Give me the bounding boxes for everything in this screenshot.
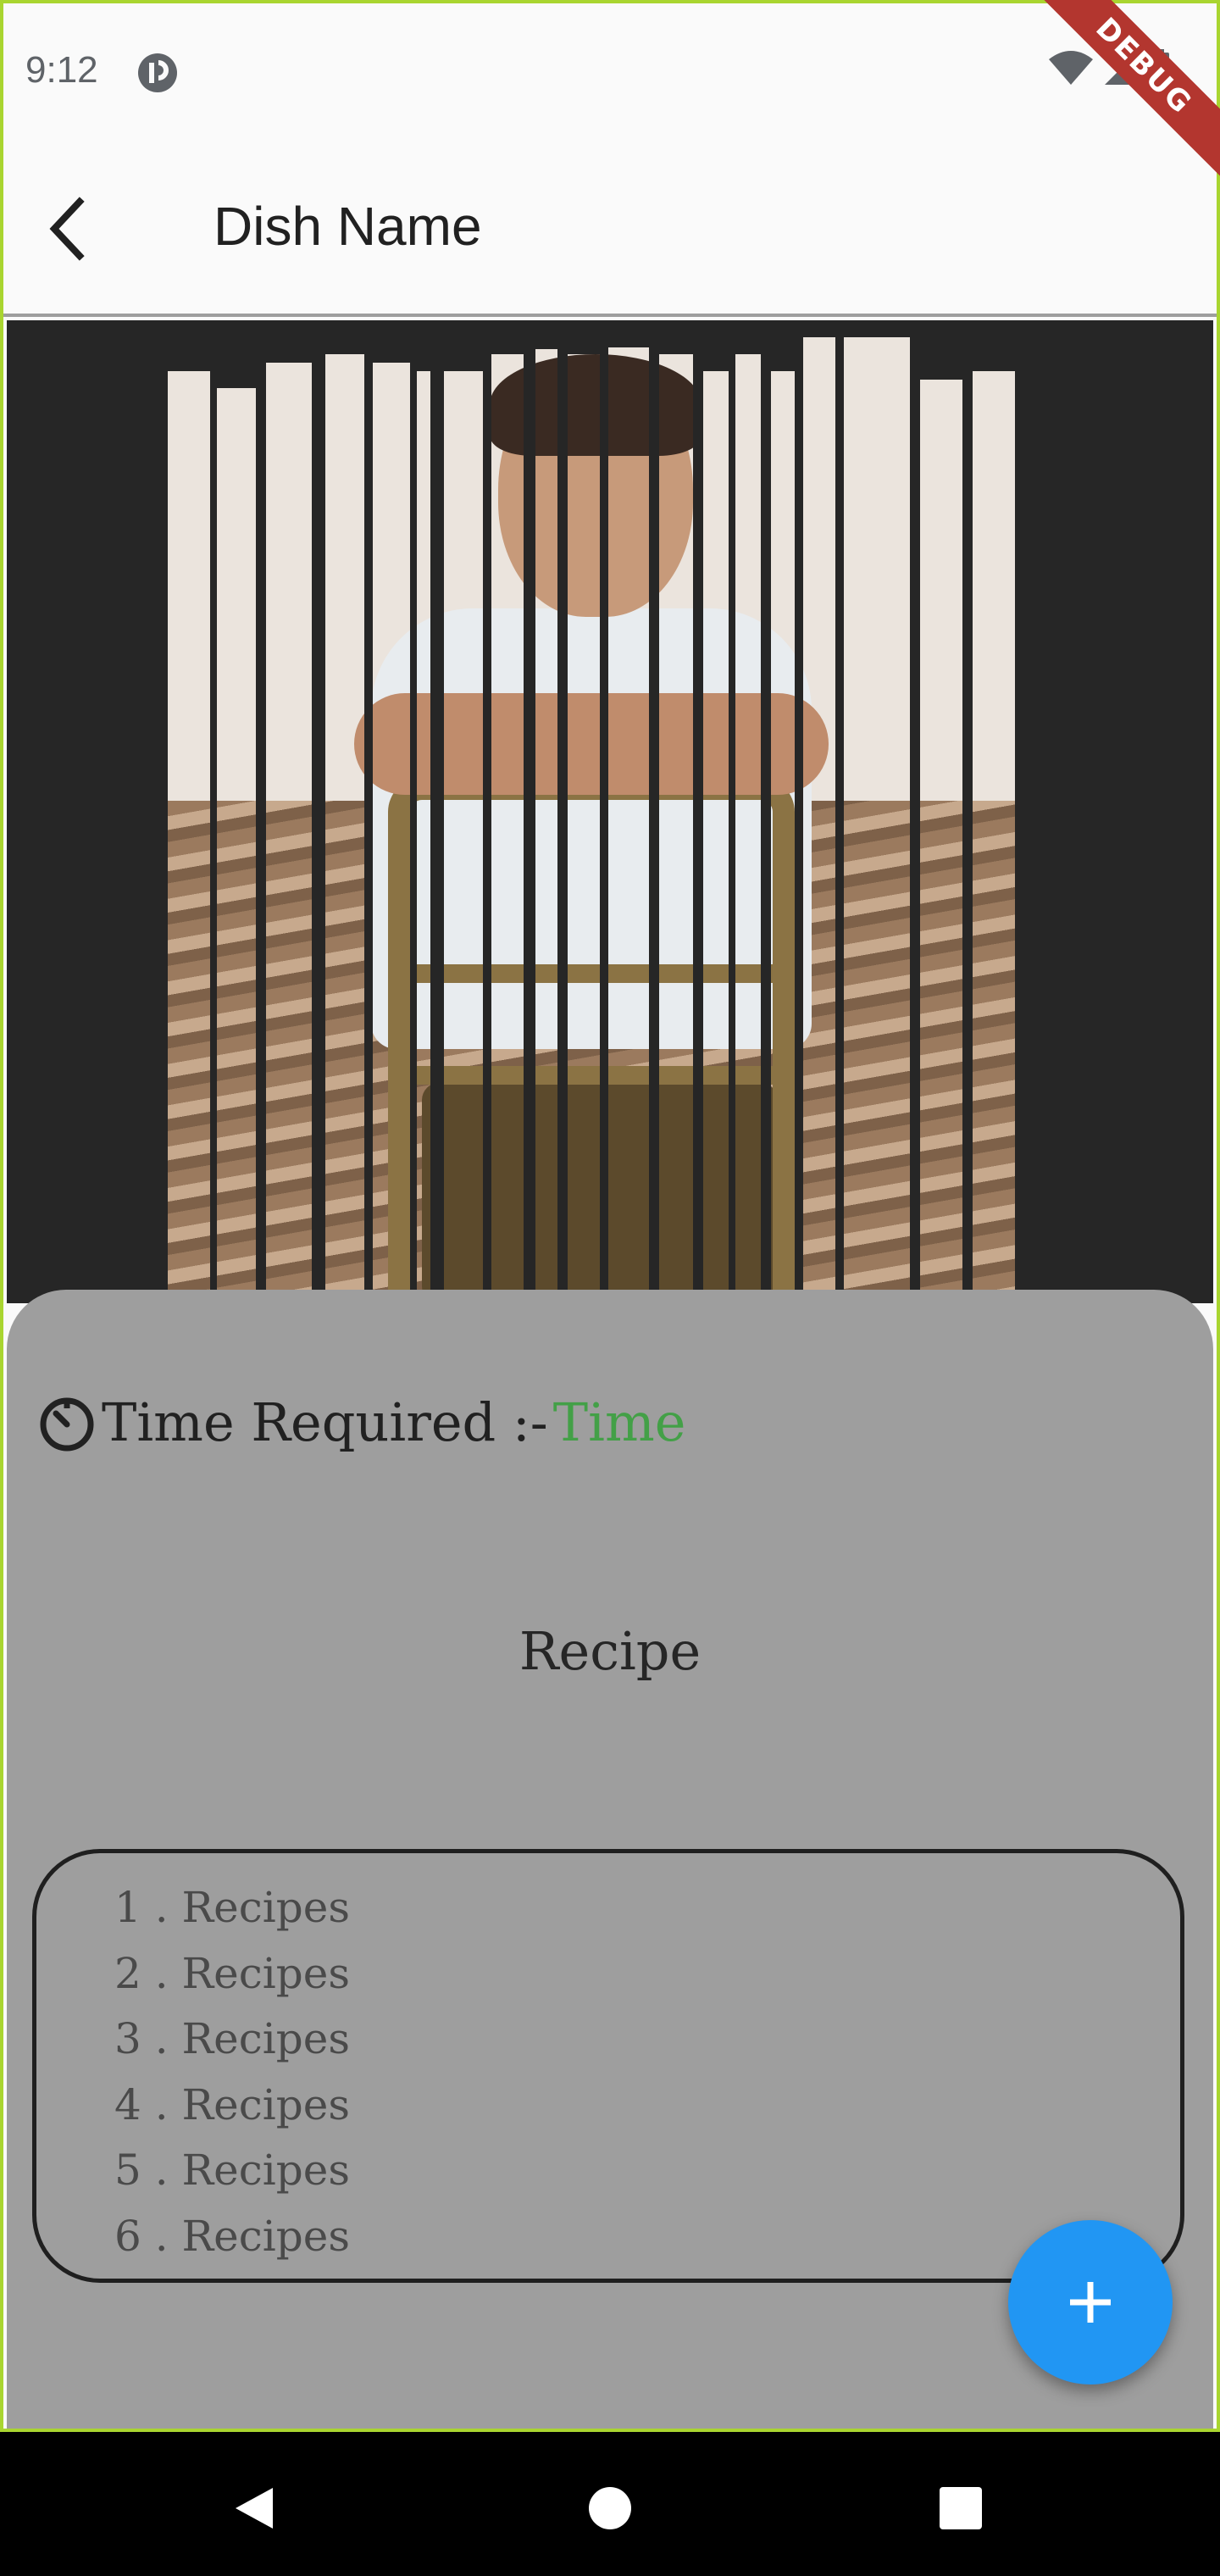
dish-image — [7, 320, 1213, 1303]
app-bar: Dish Name — [0, 144, 1220, 317]
recipe-list-box: 1 . Recipes 2 . Recipes 3 . Recipes 4 . … — [32, 1849, 1184, 2283]
recipe-item: 1 . Recipes — [114, 1883, 350, 1932]
recipe-item: 5 . Recipes — [114, 2146, 350, 2195]
recipe-item: 6 . Recipes — [114, 2211, 350, 2261]
nav-back-button[interactable] — [220, 2474, 288, 2542]
page-title: Dish Name — [214, 196, 482, 257]
recipe-heading: Recipe — [518, 1620, 702, 1682]
status-bar: 9:12 — [0, 0, 1220, 144]
app-notification-icon — [137, 53, 178, 93]
image-stripe-overlay — [168, 337, 1015, 1303]
add-icon — [1070, 2282, 1111, 2323]
nav-recents-button[interactable] — [927, 2474, 995, 2542]
nav-home-button[interactable] — [576, 2474, 644, 2542]
time-required-row: Time Required :- Time — [37, 1391, 685, 1453]
time-required-label: Time Required :- — [102, 1391, 548, 1453]
wifi-icon — [1047, 49, 1095, 90]
recipe-item: 2 . Recipes — [114, 1948, 350, 1998]
status-time: 9:12 — [25, 49, 98, 91]
back-button[interactable] — [34, 186, 102, 271]
time-value: Time — [552, 1391, 686, 1453]
recipe-item: 3 . Recipes — [114, 2014, 350, 2063]
add-button[interactable] — [1008, 2220, 1173, 2384]
recents-nav-icon — [940, 2487, 982, 2529]
system-nav-bar — [0, 2432, 1220, 2576]
recipe-item: 4 . Recipes — [114, 2079, 350, 2129]
back-nav-icon — [236, 2488, 273, 2529]
recipe-list: 1 . Recipes 2 . Recipes 3 . Recipes 4 . … — [114, 1875, 350, 2269]
back-arrow-icon — [49, 197, 85, 261]
home-nav-icon — [589, 2487, 631, 2529]
timer-icon — [40, 1397, 94, 1451]
